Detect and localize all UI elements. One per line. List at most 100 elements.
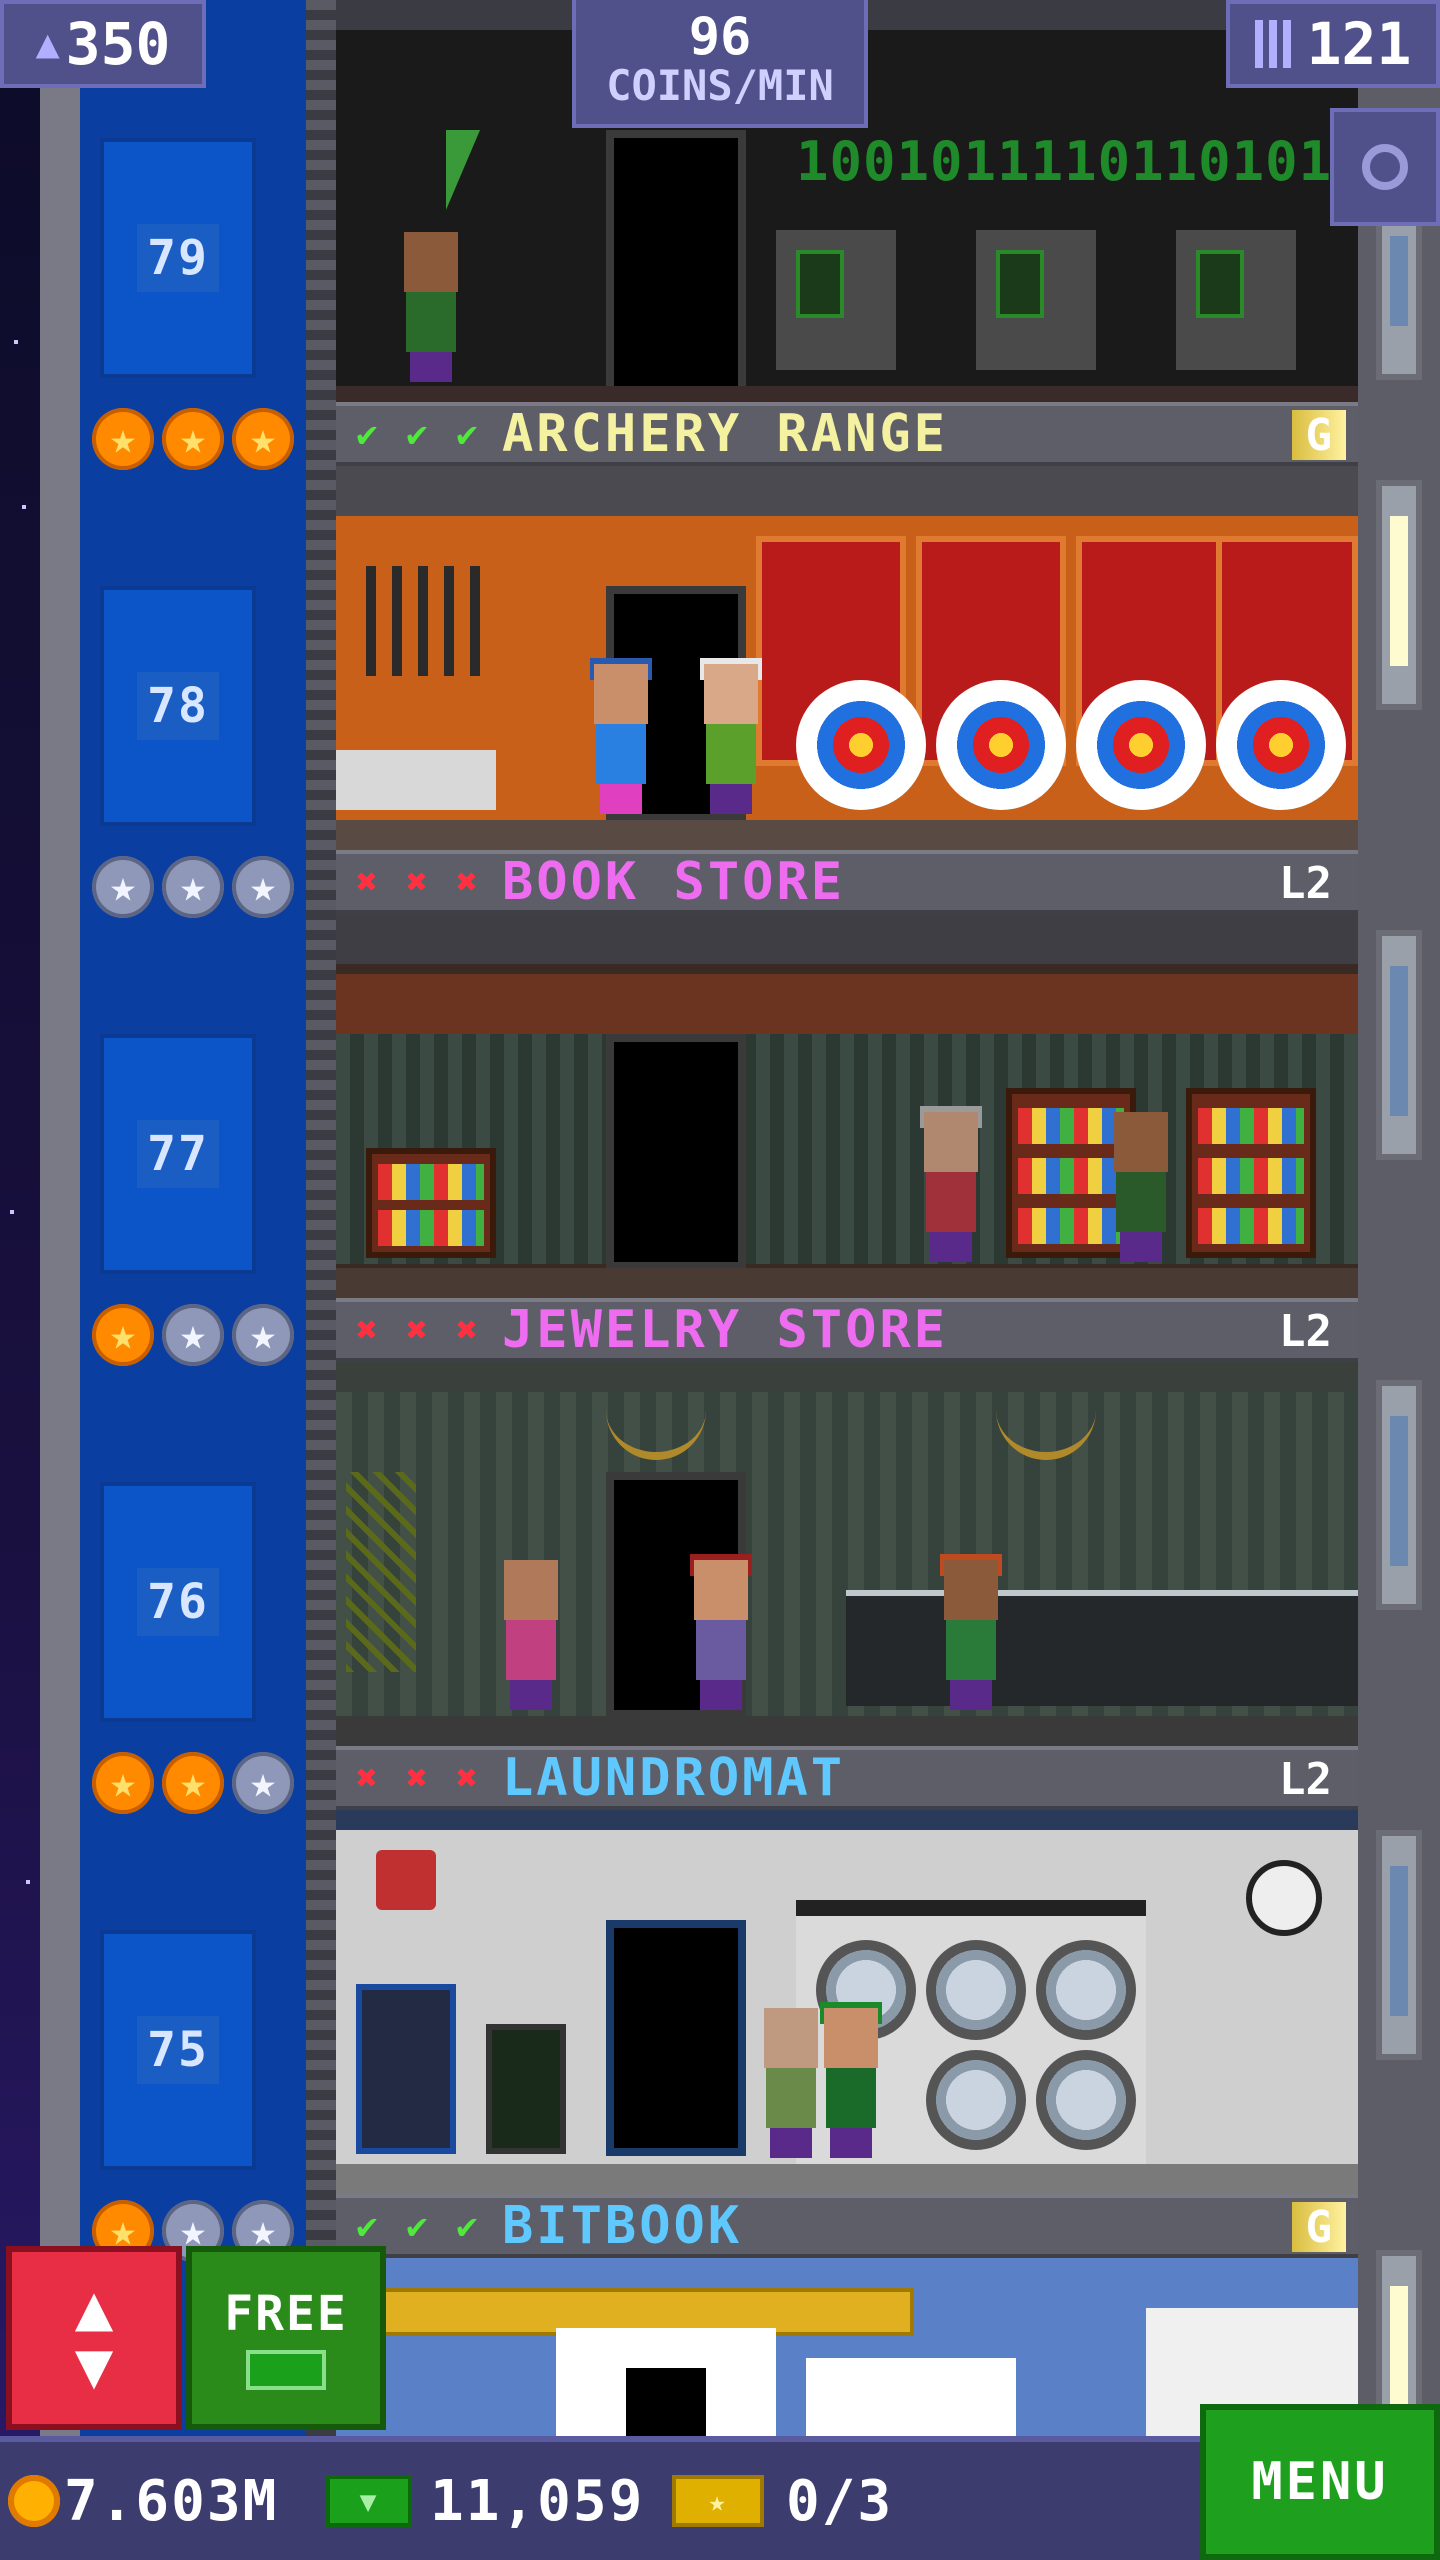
space-background xyxy=(0,0,40,2560)
star-icon: ★ xyxy=(232,856,294,918)
star-icon: ★ xyxy=(232,1752,294,1814)
business-name: LAUNDROMAT xyxy=(502,1748,846,1808)
computer-desk xyxy=(976,230,1096,370)
display-case xyxy=(846,1590,1358,1706)
no-sign-icon xyxy=(376,1850,436,1910)
vending-machine xyxy=(356,1984,456,2154)
coins-display[interactable]: 7.603M xyxy=(8,2466,278,2536)
elevator-rail xyxy=(306,0,336,2460)
floors-count-value: 121 xyxy=(1306,10,1412,78)
coin-icon xyxy=(8,2475,60,2527)
elevator-floor-76[interactable]: 76 xyxy=(100,1482,256,1722)
x-icon: ✖ xyxy=(456,861,478,903)
elevator-floor-77[interactable]: 77 xyxy=(100,1034,256,1274)
bux-icon xyxy=(246,2350,326,2390)
plant-icon xyxy=(346,1472,416,1672)
star-icon: ★ xyxy=(232,1304,294,1366)
ticket-icon: ★ xyxy=(672,2475,764,2527)
business-stars: ★ ★ ★ xyxy=(92,404,302,474)
stock-indicators: ✔ ✔ ✔ xyxy=(344,2203,490,2249)
tenant-person[interactable] xyxy=(916,1106,986,1262)
cursor-arrow-icon xyxy=(446,130,480,210)
business-name: JEWELRY STORE xyxy=(502,1300,948,1360)
bow-rack xyxy=(366,566,486,676)
floor-label-bitbook[interactable]: ✔ ✔ ✔ BITBOOK G xyxy=(336,2194,1358,2258)
search-button[interactable] xyxy=(1330,108,1440,226)
floor-number: 76 xyxy=(137,1568,219,1636)
tenant-person[interactable] xyxy=(696,658,766,814)
level-badge: G xyxy=(1291,2202,1346,2253)
business-name: BOOK STORE xyxy=(502,852,846,912)
floor-label-laundromat[interactable]: ✖ ✖ ✖ LAUNDROMAT L2 xyxy=(336,1746,1358,1810)
tenant-person[interactable] xyxy=(816,2002,886,2158)
elevator-floor-75[interactable]: 75 xyxy=(100,1930,256,2170)
elevator-floor-78[interactable]: 78 xyxy=(100,586,256,826)
check-icon: ✔ xyxy=(406,413,428,455)
tickets-value: 0/3 xyxy=(786,2468,894,2534)
wall-window xyxy=(1376,1380,1422,1610)
elevator-floor-79[interactable]: 79 xyxy=(100,138,256,378)
x-icon: ✖ xyxy=(356,1757,378,1799)
floors-count-display[interactable]: 121 xyxy=(1226,0,1440,88)
level-badge: G xyxy=(1291,410,1346,461)
free-label: FREE xyxy=(224,2286,348,2342)
bookshelf xyxy=(366,1148,496,1258)
archery-target xyxy=(1216,680,1346,810)
room-jewelry-store[interactable] xyxy=(336,1362,1358,1746)
vending-machine xyxy=(486,2024,566,2154)
wall-window xyxy=(1376,930,1422,1160)
floor-label-book-store[interactable]: ✖ ✖ ✖ BOOK STORE L2 xyxy=(336,850,1358,914)
computer-desk xyxy=(1176,230,1296,370)
bux-display[interactable]: ▼ 11,059 xyxy=(326,2466,644,2536)
elevator-button[interactable]: ▲ ▼ xyxy=(6,2246,182,2430)
floor-label-jewelry-store[interactable]: ✖ ✖ ✖ JEWELRY STORE L2 xyxy=(336,1298,1358,1362)
archery-target xyxy=(936,680,1066,810)
floor-label-archery-range[interactable]: ✔ ✔ ✔ ARCHERY RANGE G xyxy=(336,402,1358,466)
star-icon: ★ xyxy=(92,1752,154,1814)
room-door xyxy=(606,1920,746,2156)
stock-indicators: ✖ ✖ ✖ xyxy=(344,1755,490,1801)
star-icon: ★ xyxy=(162,1304,224,1366)
tenant-person[interactable] xyxy=(586,658,656,814)
bookshelf xyxy=(1186,1088,1316,1258)
tenant-person[interactable] xyxy=(396,232,466,382)
tenant-person[interactable] xyxy=(936,1554,1006,1710)
up-down-arrows-icon: ▲ ▼ xyxy=(74,2271,114,2403)
x-icon: ✖ xyxy=(406,1757,428,1799)
population-value: 350 xyxy=(65,10,171,78)
menu-label: MENU xyxy=(1251,2452,1389,2512)
clock-icon xyxy=(1246,1860,1322,1936)
room-door xyxy=(606,130,746,396)
coins-value: 7.603M xyxy=(64,2468,279,2534)
business-name: ARCHERY RANGE xyxy=(502,404,948,464)
coins-rate-label: COINS/MIN xyxy=(606,61,834,111)
check-icon: ✔ xyxy=(356,413,378,455)
room-book-store[interactable] xyxy=(336,914,1358,1298)
check-icon: ✔ xyxy=(456,413,478,455)
washing-machine xyxy=(926,2050,1026,2150)
room-door xyxy=(606,1034,746,1270)
star-icon: ★ xyxy=(162,1752,224,1814)
coins-rate-value: 96 xyxy=(688,6,752,67)
room-archery-range[interactable] xyxy=(336,466,1358,850)
computer-desk xyxy=(776,230,896,370)
tenant-person[interactable] xyxy=(1106,1112,1176,1262)
star-icon: ★ xyxy=(92,1304,154,1366)
free-bux-button[interactable]: FREE xyxy=(186,2246,386,2430)
x-icon: ✖ xyxy=(406,861,428,903)
x-icon: ✖ xyxy=(456,1757,478,1799)
star-icon: ★ xyxy=(232,408,294,470)
archery-target xyxy=(1076,680,1206,810)
x-icon: ✖ xyxy=(356,1309,378,1351)
tenant-person[interactable] xyxy=(686,1554,756,1710)
x-icon: ✖ xyxy=(406,1309,428,1351)
room-laundromat[interactable] xyxy=(336,1810,1358,2194)
tenant-person[interactable] xyxy=(496,1560,566,1710)
binary-text: 1001011110110101 xyxy=(796,130,1333,193)
tickets-display[interactable]: ★ 0/3 xyxy=(672,2466,893,2536)
check-icon: ✔ xyxy=(456,2205,478,2247)
stock-indicators: ✖ ✖ ✖ xyxy=(344,1307,490,1353)
population-display[interactable]: ▲ 350 xyxy=(0,0,206,88)
menu-button[interactable]: MENU xyxy=(1200,2404,1440,2560)
wall-window xyxy=(1376,1830,1422,2060)
